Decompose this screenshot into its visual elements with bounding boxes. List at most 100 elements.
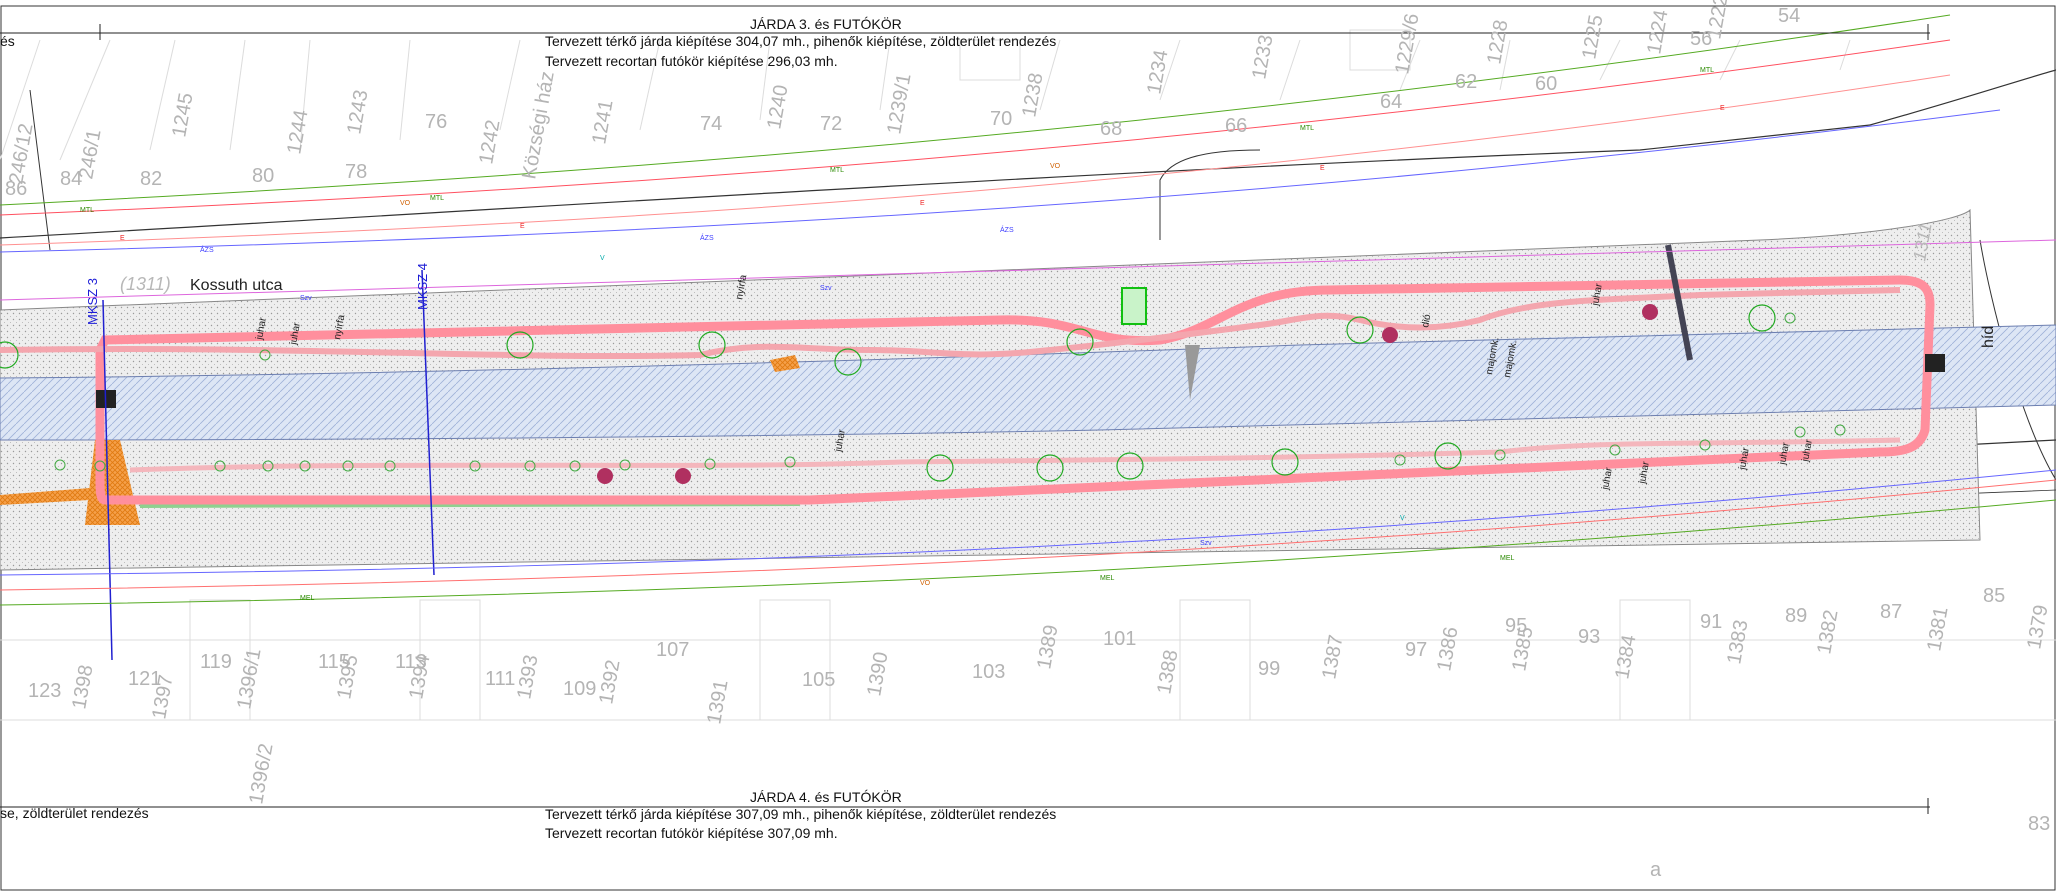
parcel-numbers-bottom: 123 1398 121 1397 119 1396/1 115 1395 11… [28, 585, 2053, 881]
bottom-section-fragment: se, zöldterület rendezés [0, 805, 149, 821]
svg-text:78: 78 [345, 161, 367, 183]
svg-text:1392: 1392 [595, 658, 624, 706]
svg-text:103: 103 [972, 661, 1005, 683]
bridge-label: híd [1980, 326, 1997, 348]
svg-text:1398: 1398 [68, 663, 97, 711]
svg-text:1244: 1244 [283, 108, 312, 156]
svg-text:ÁZS: ÁZS [200, 245, 214, 254]
svg-text:1381: 1381 [1923, 605, 1952, 653]
svg-text:MTL: MTL [1700, 67, 1714, 74]
bottom-section-title: JÁRDA 4. és FUTÓKÖR [750, 788, 902, 805]
svg-text:Szv: Szv [1200, 540, 1212, 547]
svg-text:VO: VO [920, 580, 931, 587]
svg-text:1388: 1388 [1153, 648, 1182, 696]
svg-text:97: 97 [1405, 639, 1427, 661]
svg-text:123: 123 [28, 680, 61, 702]
svg-text:74: 74 [700, 113, 722, 135]
svg-text:1239/1: 1239/1 [883, 72, 915, 136]
svg-text:Községi ház: Községi ház [518, 70, 559, 181]
svg-text:1383: 1383 [1723, 618, 1752, 666]
svg-text:1233: 1233 [1248, 33, 1277, 81]
top-section-line2: Tervezett recortan futókör kiépítése 296… [545, 53, 838, 69]
svg-text:76: 76 [425, 111, 447, 133]
top-section-fragment: és [0, 33, 15, 49]
svg-text:1396/1: 1396/1 [233, 647, 265, 711]
svg-text:83: 83 [2028, 813, 2050, 835]
svg-text:70: 70 [990, 108, 1012, 130]
playground [1121, 287, 1147, 325]
svg-text:MEL: MEL [1100, 575, 1115, 582]
svg-text:Szv: Szv [820, 285, 832, 292]
svg-text:101: 101 [1103, 628, 1136, 650]
svg-text:119: 119 [200, 651, 232, 673]
svg-text:VO: VO [400, 200, 411, 207]
svg-text:MTL: MTL [1300, 125, 1314, 132]
svg-text:E: E [1320, 165, 1325, 172]
svg-text:Szv: Szv [300, 295, 312, 302]
svg-text:66: 66 [1225, 115, 1247, 137]
bridge-right [1925, 354, 1945, 372]
svg-text:109: 109 [563, 678, 596, 700]
street-parcel-id: (1311) [120, 274, 171, 294]
svg-text:MTL: MTL [430, 195, 444, 202]
svg-text:a: a [1650, 859, 1662, 881]
svg-text:1245: 1245 [168, 91, 197, 139]
svg-text:1386: 1386 [1433, 625, 1462, 673]
svg-text:64: 64 [1380, 91, 1402, 113]
svg-text:87: 87 [1880, 601, 1902, 623]
svg-text:80: 80 [252, 165, 274, 187]
svg-text:1393: 1393 [513, 653, 542, 701]
svg-text:246/12: 246/12 [5, 122, 37, 186]
svg-text:86: 86 [5, 178, 27, 200]
svg-text:107: 107 [656, 639, 689, 661]
svg-text:54: 54 [1778, 5, 1800, 27]
svg-text:1391: 1391 [703, 678, 732, 726]
svg-text:1241: 1241 [588, 98, 617, 146]
svg-text:93: 93 [1578, 626, 1600, 648]
svg-text:E: E [920, 200, 925, 207]
svg-text:89: 89 [1785, 605, 1807, 627]
svg-text:MEL: MEL [1500, 555, 1515, 562]
svg-text:1242: 1242 [475, 118, 504, 166]
svg-text:105: 105 [802, 669, 835, 691]
svg-text:99: 99 [1258, 658, 1280, 680]
svg-text:1240: 1240 [763, 83, 792, 131]
svg-text:84: 84 [60, 168, 82, 190]
svg-text:1238: 1238 [1018, 71, 1047, 119]
svg-text:1389: 1389 [1033, 623, 1062, 671]
svg-text:1228: 1228 [1483, 18, 1512, 66]
street-name: Kossuth utca [190, 277, 283, 294]
svg-text:60: 60 [1535, 73, 1557, 95]
svg-text:62: 62 [1455, 71, 1477, 93]
top-section-line1: Tervezett térkő járda kiépítése 304,07 m… [545, 33, 1056, 49]
svg-text:MEL: MEL [300, 595, 315, 602]
svg-text:68: 68 [1100, 118, 1122, 140]
svg-text:1382: 1382 [1813, 608, 1842, 656]
svg-text:ÁZS: ÁZS [700, 233, 714, 242]
svg-text:MTL: MTL [830, 167, 844, 174]
svg-text:1224: 1224 [1643, 8, 1672, 56]
svg-text:ÁZS: ÁZS [1000, 225, 1014, 234]
svg-text:E: E [520, 223, 525, 230]
svg-text:1396/2: 1396/2 [245, 742, 277, 806]
svg-text:E: E [120, 235, 125, 242]
section-mksz-4: MKSZ 4 [415, 263, 430, 310]
svg-text:1234: 1234 [1143, 48, 1172, 96]
svg-text:1379: 1379 [2023, 603, 2052, 651]
svg-text:1225: 1225 [1578, 13, 1607, 61]
svg-text:V: V [1400, 515, 1405, 522]
svg-text:1243: 1243 [343, 88, 372, 136]
bottom-section-line1: Tervezett térkő járda kiépítése 307,09 m… [545, 806, 1056, 822]
bottom-section-line2: Tervezett recortan futókör kiépítése 307… [545, 825, 838, 841]
parcel-numbers-top: 246/12 246/1 84 86 82 80 78 1245 1244 12… [5, 0, 1800, 200]
svg-text:MTL: MTL [80, 207, 94, 214]
svg-text:1390: 1390 [863, 650, 892, 698]
svg-text:72: 72 [820, 113, 842, 135]
svg-text:111: 111 [485, 668, 515, 690]
svg-text:VO: VO [1050, 163, 1061, 170]
site-plan-drawing: JÁRDA 3. és FUTÓKÖR Tervezett térkő járd… [0, 0, 2056, 891]
svg-text:E: E [1720, 105, 1725, 112]
svg-text:85: 85 [1983, 585, 2005, 607]
top-section-title: JÁRDA 3. és FUTÓKÖR [750, 15, 902, 32]
svg-text:V: V [600, 255, 605, 262]
